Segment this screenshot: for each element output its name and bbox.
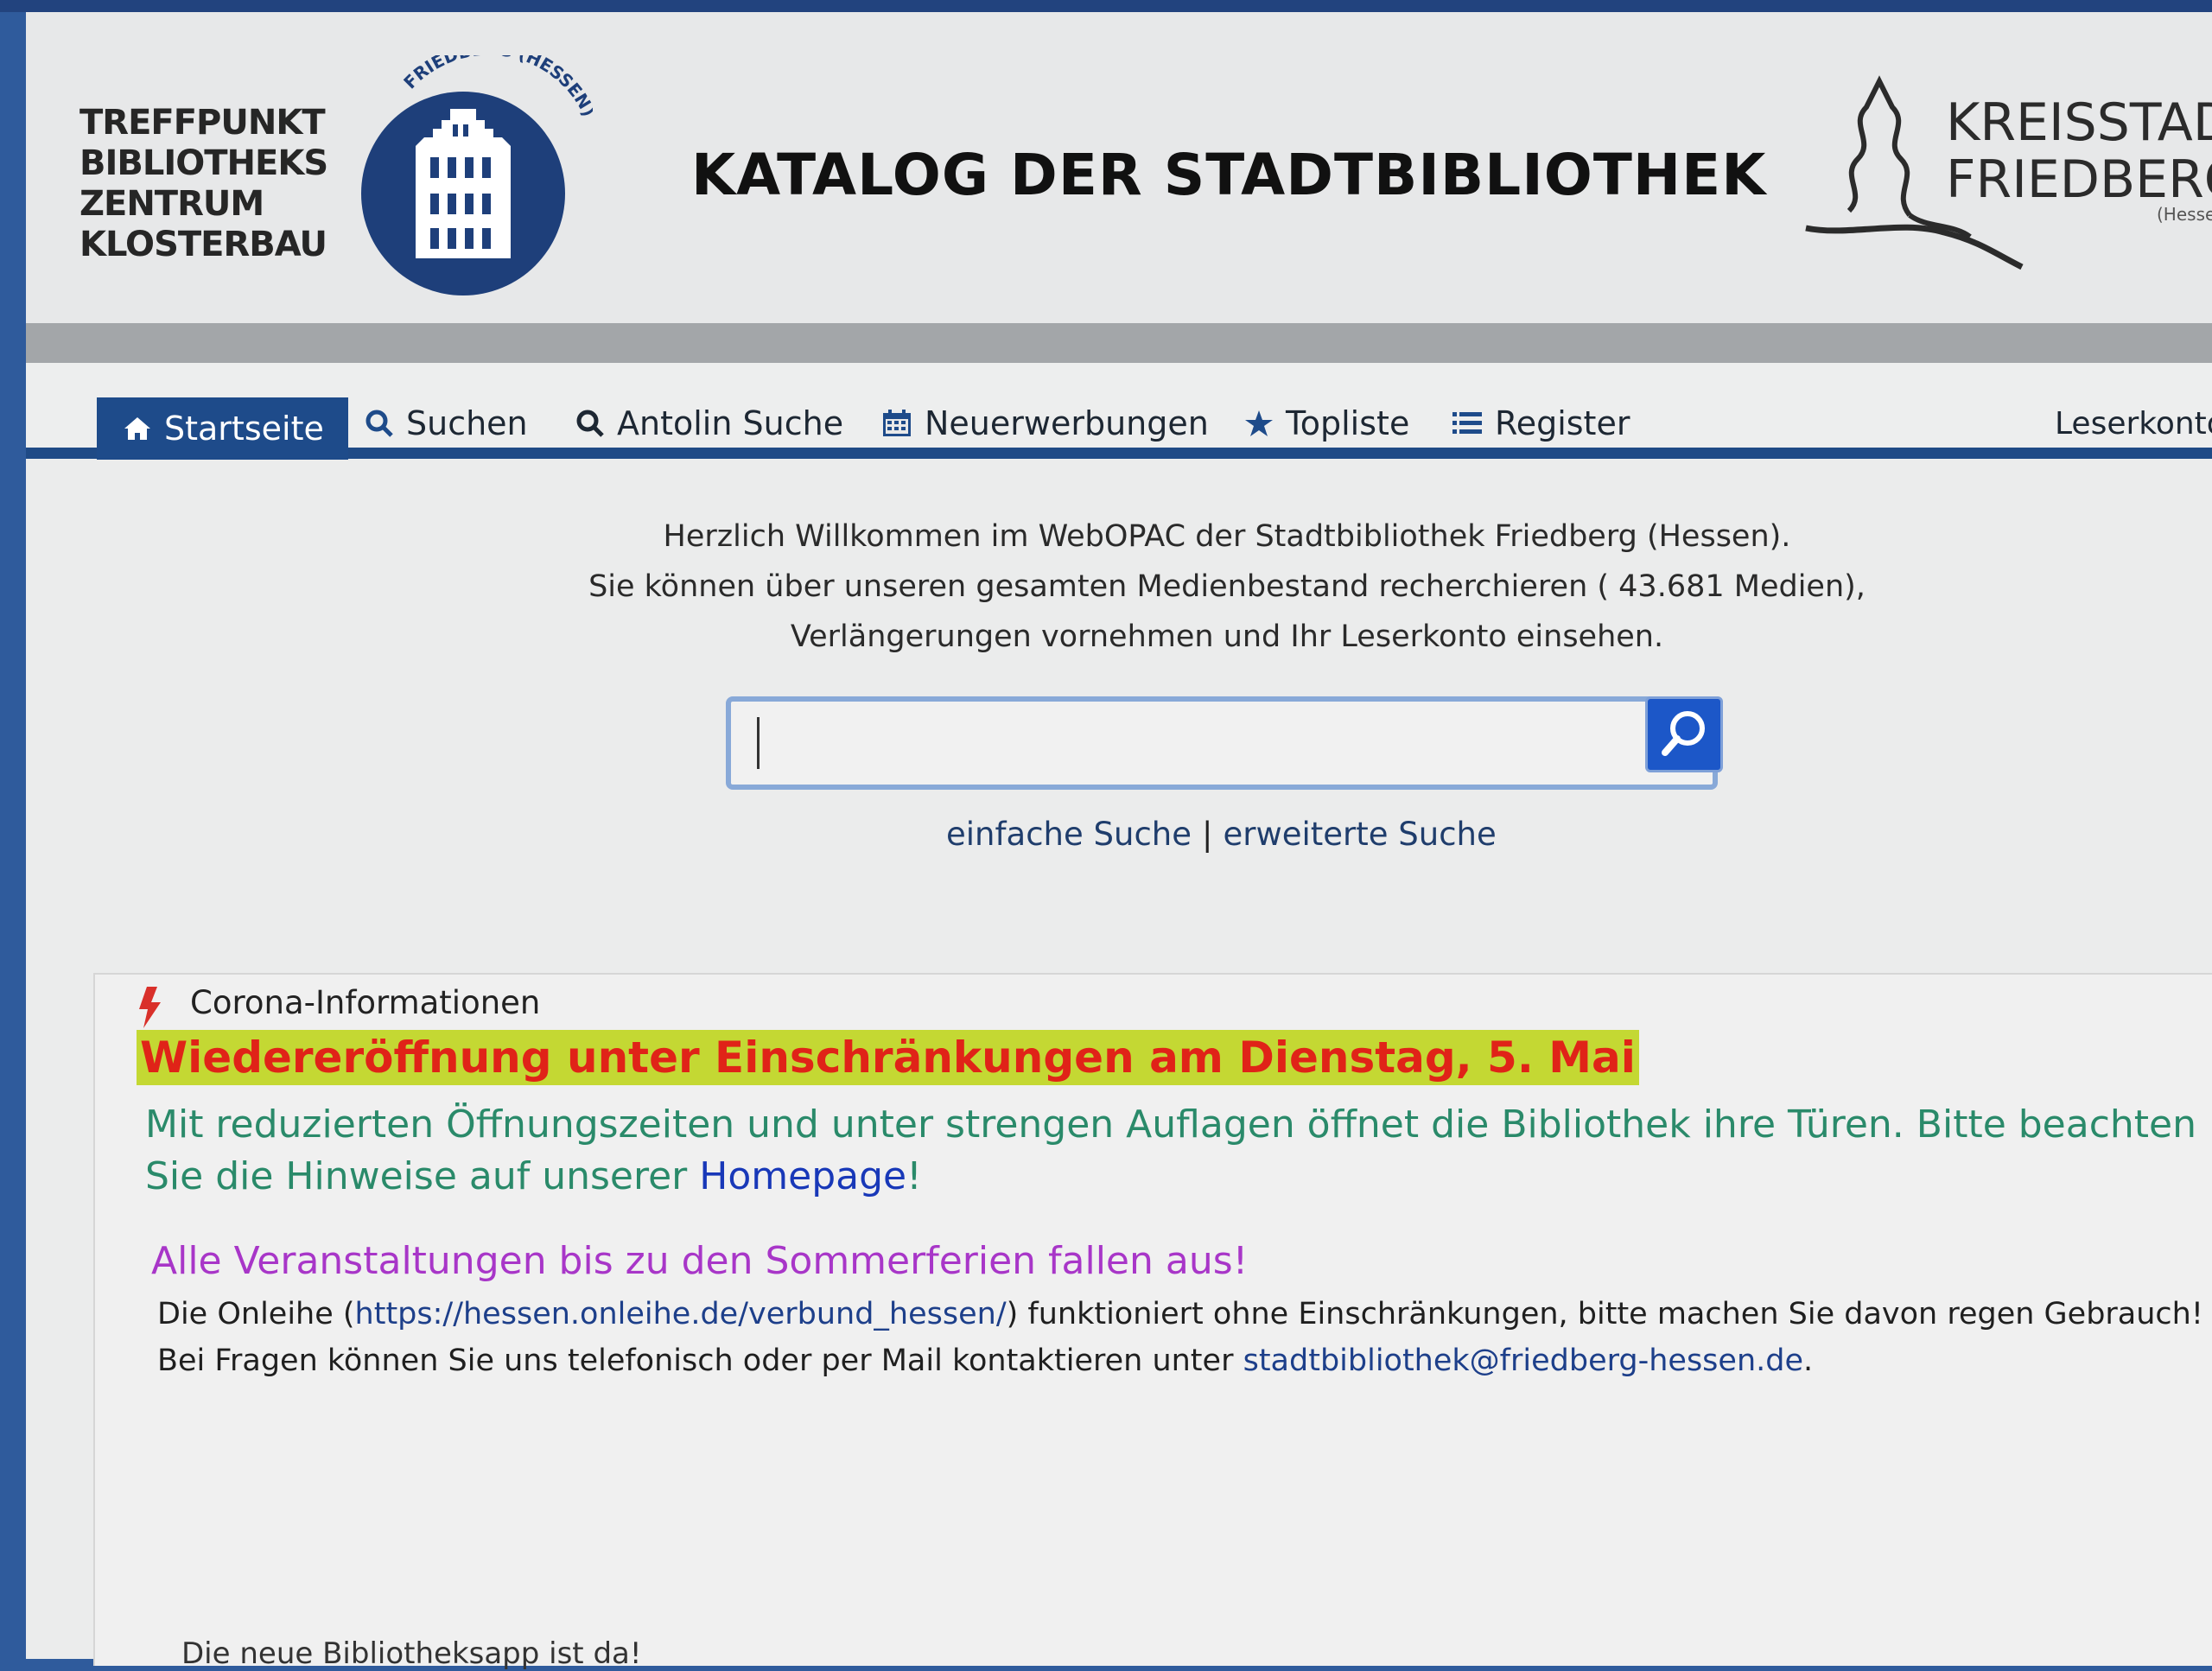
nav-item-label: Antolin Suche — [617, 404, 844, 442]
nav-item-label: Leserkonto — [2055, 405, 2212, 442]
nav-item-topliste[interactable]: Topliste — [1244, 399, 1409, 448]
logo-line: KLOSTERBAU — [79, 225, 327, 264]
events-cancelled-notice: Alle Veranstaltungen bis zu den Sommerfe… — [151, 1239, 1249, 1283]
welcome-line: Verlängerungen vornehmen und Ihr Leserko… — [790, 619, 1664, 654]
nav-item-suchen[interactable]: Suchen — [365, 399, 528, 448]
nav-item-register[interactable]: Register — [1452, 399, 1630, 448]
main-nav: Startseite Suchen Antolin Suche Neuerwer… — [26, 363, 2212, 460]
nav-item-label: Topliste — [1286, 404, 1410, 442]
city-logo-line: FRIEDBERG — [1946, 149, 2212, 210]
logo-line: TREFFPUNKT — [79, 103, 326, 143]
onleihe-info: Die Onleihe (https://hessen.onleihe.de/v… — [157, 1291, 2212, 1384]
notice-text: Mit reduzierten Öffnungszeiten und unter… — [145, 1102, 2197, 1198]
screen-bezel — [0, 0, 2212, 12]
onleihe-link[interactable]: https://hessen.onleihe.de/verbund_hessen… — [355, 1297, 1007, 1331]
info-text: . — [1803, 1344, 1814, 1378]
welcome-text: Herzlich Willkommen im WebOPAC der Stadt… — [501, 511, 1953, 662]
search-mode-links: einfache Suche | erweiterte Suche — [946, 816, 1497, 853]
magnifier-icon — [1662, 711, 1705, 756]
nav-item-label: Startseite — [164, 410, 324, 448]
page: TREFFPUNKT BIBLIOTHEKS ZENTRUM KLOSTERBA… — [26, 12, 2212, 1671]
panel-title-label: Corona-Informationen — [190, 984, 541, 1021]
text-caret — [757, 717, 760, 769]
nav-item-antolin-suche[interactable]: Antolin Suche — [575, 399, 843, 448]
search-input[interactable] — [726, 696, 1718, 790]
star-icon — [1245, 410, 1273, 436]
city-logo-line: KREISSTADT — [1946, 92, 2212, 153]
email-link[interactable]: stadtbibliothek@friedberg-hessen.de — [1243, 1344, 1803, 1378]
page-title: KATALOG DER STADTBIBLIOTHEK — [691, 142, 1767, 208]
library-seal-logo[interactable]: FRIEDBERG (HESSEN) — [334, 55, 593, 306]
app-teaser: Die neue Bibliotheksapp ist da! — [181, 1636, 642, 1671]
city-logo-subtitle: (Hessen) — [2157, 204, 2212, 225]
welcome-line: Herzlich Willkommen im WebOPAC der Stadt… — [663, 519, 1791, 554]
info-text: Die Onleihe ( — [157, 1297, 355, 1331]
nav-item-label: Register — [1495, 404, 1630, 442]
welcome-line: Sie können über unseren gesamten Medienb… — [588, 569, 1866, 604]
nav-item-label: Suchen — [406, 404, 528, 442]
nav-item-startseite[interactable]: Startseite — [97, 397, 348, 460]
reopening-notice: Mit reduzierten Öffnungszeiten und unter… — [145, 1099, 2202, 1203]
header: TREFFPUNKT BIBLIOTHEKS ZENTRUM KLOSTERBA… — [26, 12, 2212, 323]
nav-item-label: Neuerwerbungen — [925, 404, 1209, 442]
nav-item-leserkonto[interactable]: Leserkonto — [2055, 399, 2212, 448]
search-icon — [365, 410, 393, 437]
library-logo-text[interactable]: TREFFPUNKT BIBLIOTHEKS ZENTRUM KLOSTERBA… — [79, 103, 328, 265]
logo-line: BIBLIOTHEKS — [79, 143, 328, 183]
city-logo-text: KREISSTADT FRIEDBERG — [1946, 94, 2212, 208]
advanced-search-link[interactable]: erweiterte Suche — [1223, 816, 1496, 853]
search-button[interactable] — [1645, 696, 1723, 772]
search-icon — [576, 410, 604, 437]
header-divider — [26, 323, 2212, 363]
nav-item-neuerwerbungen[interactable]: Neuerwerbungen — [881, 399, 1209, 448]
homepage-link[interactable]: Homepage — [699, 1154, 906, 1198]
panel-title: Corona-Informationen — [121, 984, 540, 1021]
home-icon — [124, 417, 150, 440]
simple-search-link[interactable]: einfache Suche — [946, 816, 1192, 853]
reopening-headline: Wiedereröffnung unter Einschränkungen am… — [137, 1030, 1639, 1085]
link-separator: | — [1202, 816, 1213, 853]
notice-text-end: ! — [906, 1154, 922, 1198]
list-icon — [1452, 412, 1482, 434]
calendar-icon — [883, 410, 911, 436]
logo-line: ZENTRUM — [79, 184, 264, 224]
